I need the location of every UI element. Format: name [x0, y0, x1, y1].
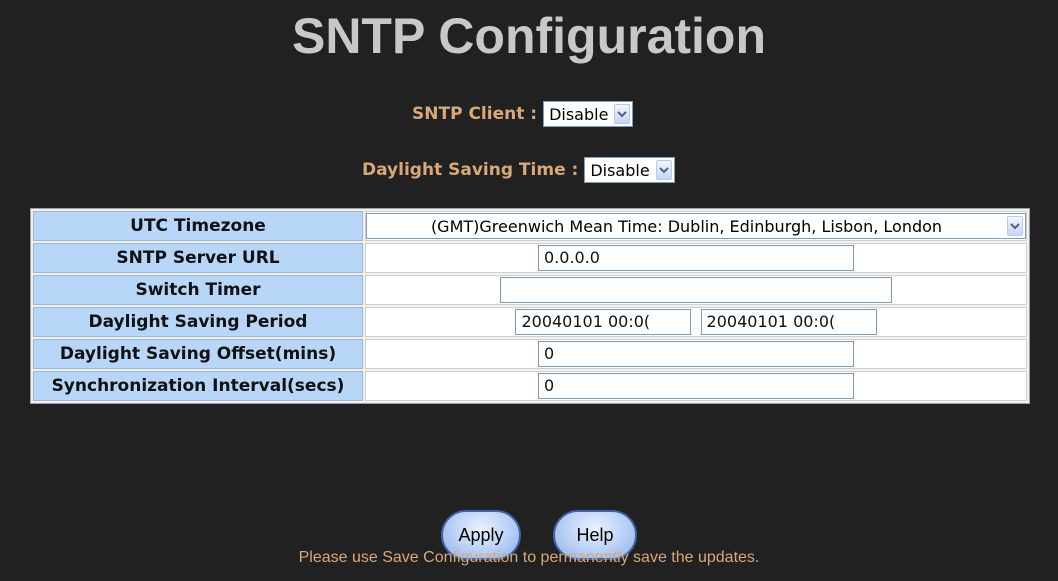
sntp-server-url-cell: 0.0.0.0: [365, 243, 1027, 273]
dst-value: Disable: [590, 160, 650, 180]
sntp-client-row: SNTP Client : Disable: [412, 100, 634, 128]
sntp-client-select[interactable]: Disable: [543, 101, 634, 127]
dst-select[interactable]: Disable: [584, 157, 675, 183]
table-row: Daylight Saving Offset(mins) 0: [33, 339, 1027, 369]
table-row: Switch Timer: [33, 275, 1027, 305]
page-title: SNTP Configuration: [291, 8, 767, 64]
utc-timezone-label: UTC Timezone: [33, 211, 363, 241]
dst-period-cell: 20040101 00:0( 20040101 00:0(: [365, 307, 1027, 337]
sync-interval-cell: 0: [365, 371, 1027, 401]
dst-offset-input[interactable]: 0: [538, 341, 854, 367]
dst-period-start-input[interactable]: 20040101 00:0(: [515, 309, 692, 335]
table-row: Daylight Saving Period 20040101 00:0( 20…: [33, 307, 1027, 337]
sntp-client-label: SNTP Client :: [412, 104, 538, 124]
utc-timezone-cell: (GMT)Greenwich Mean Time: Dublin, Edinbu…: [365, 211, 1027, 241]
chevron-down-icon[interactable]: [655, 160, 672, 180]
dst-period-label: Daylight Saving Period: [33, 307, 363, 337]
sntp-server-url-label: SNTP Server URL: [33, 243, 363, 273]
dst-offset-label: Daylight Saving Offset(mins): [33, 339, 363, 369]
utc-timezone-value: (GMT)Greenwich Mean Time: Dublin, Edinbu…: [430, 216, 943, 236]
table-row: Synchronization Interval(secs) 0: [33, 371, 1027, 401]
sync-interval-label: Synchronization Interval(secs): [33, 371, 363, 401]
switch-timer-label: Switch Timer: [33, 275, 363, 305]
chevron-down-icon[interactable]: [1007, 216, 1023, 236]
sync-interval-input[interactable]: 0: [538, 373, 854, 399]
table-row: UTC Timezone (GMT)Greenwich Mean Time: D…: [33, 211, 1027, 241]
dst-row: Daylight Saving Time : Disable: [362, 156, 675, 184]
save-note: Please use Save Configuration to permane…: [298, 549, 760, 566]
sntp-server-url-input[interactable]: 0.0.0.0: [538, 245, 854, 271]
switch-timer-input[interactable]: [500, 277, 892, 303]
dst-label: Daylight Saving Time :: [362, 160, 579, 180]
dst-period-end-input[interactable]: 20040101 00:0(: [700, 309, 877, 335]
switch-timer-cell: [365, 275, 1027, 305]
table-row: SNTP Server URL 0.0.0.0: [33, 243, 1027, 273]
dst-offset-cell: 0: [365, 339, 1027, 369]
utc-timezone-select[interactable]: (GMT)Greenwich Mean Time: Dublin, Edinbu…: [366, 213, 1026, 239]
sntp-client-value: Disable: [549, 104, 609, 124]
chevron-down-icon[interactable]: [614, 104, 631, 124]
config-table: UTC Timezone (GMT)Greenwich Mean Time: D…: [30, 208, 1030, 404]
